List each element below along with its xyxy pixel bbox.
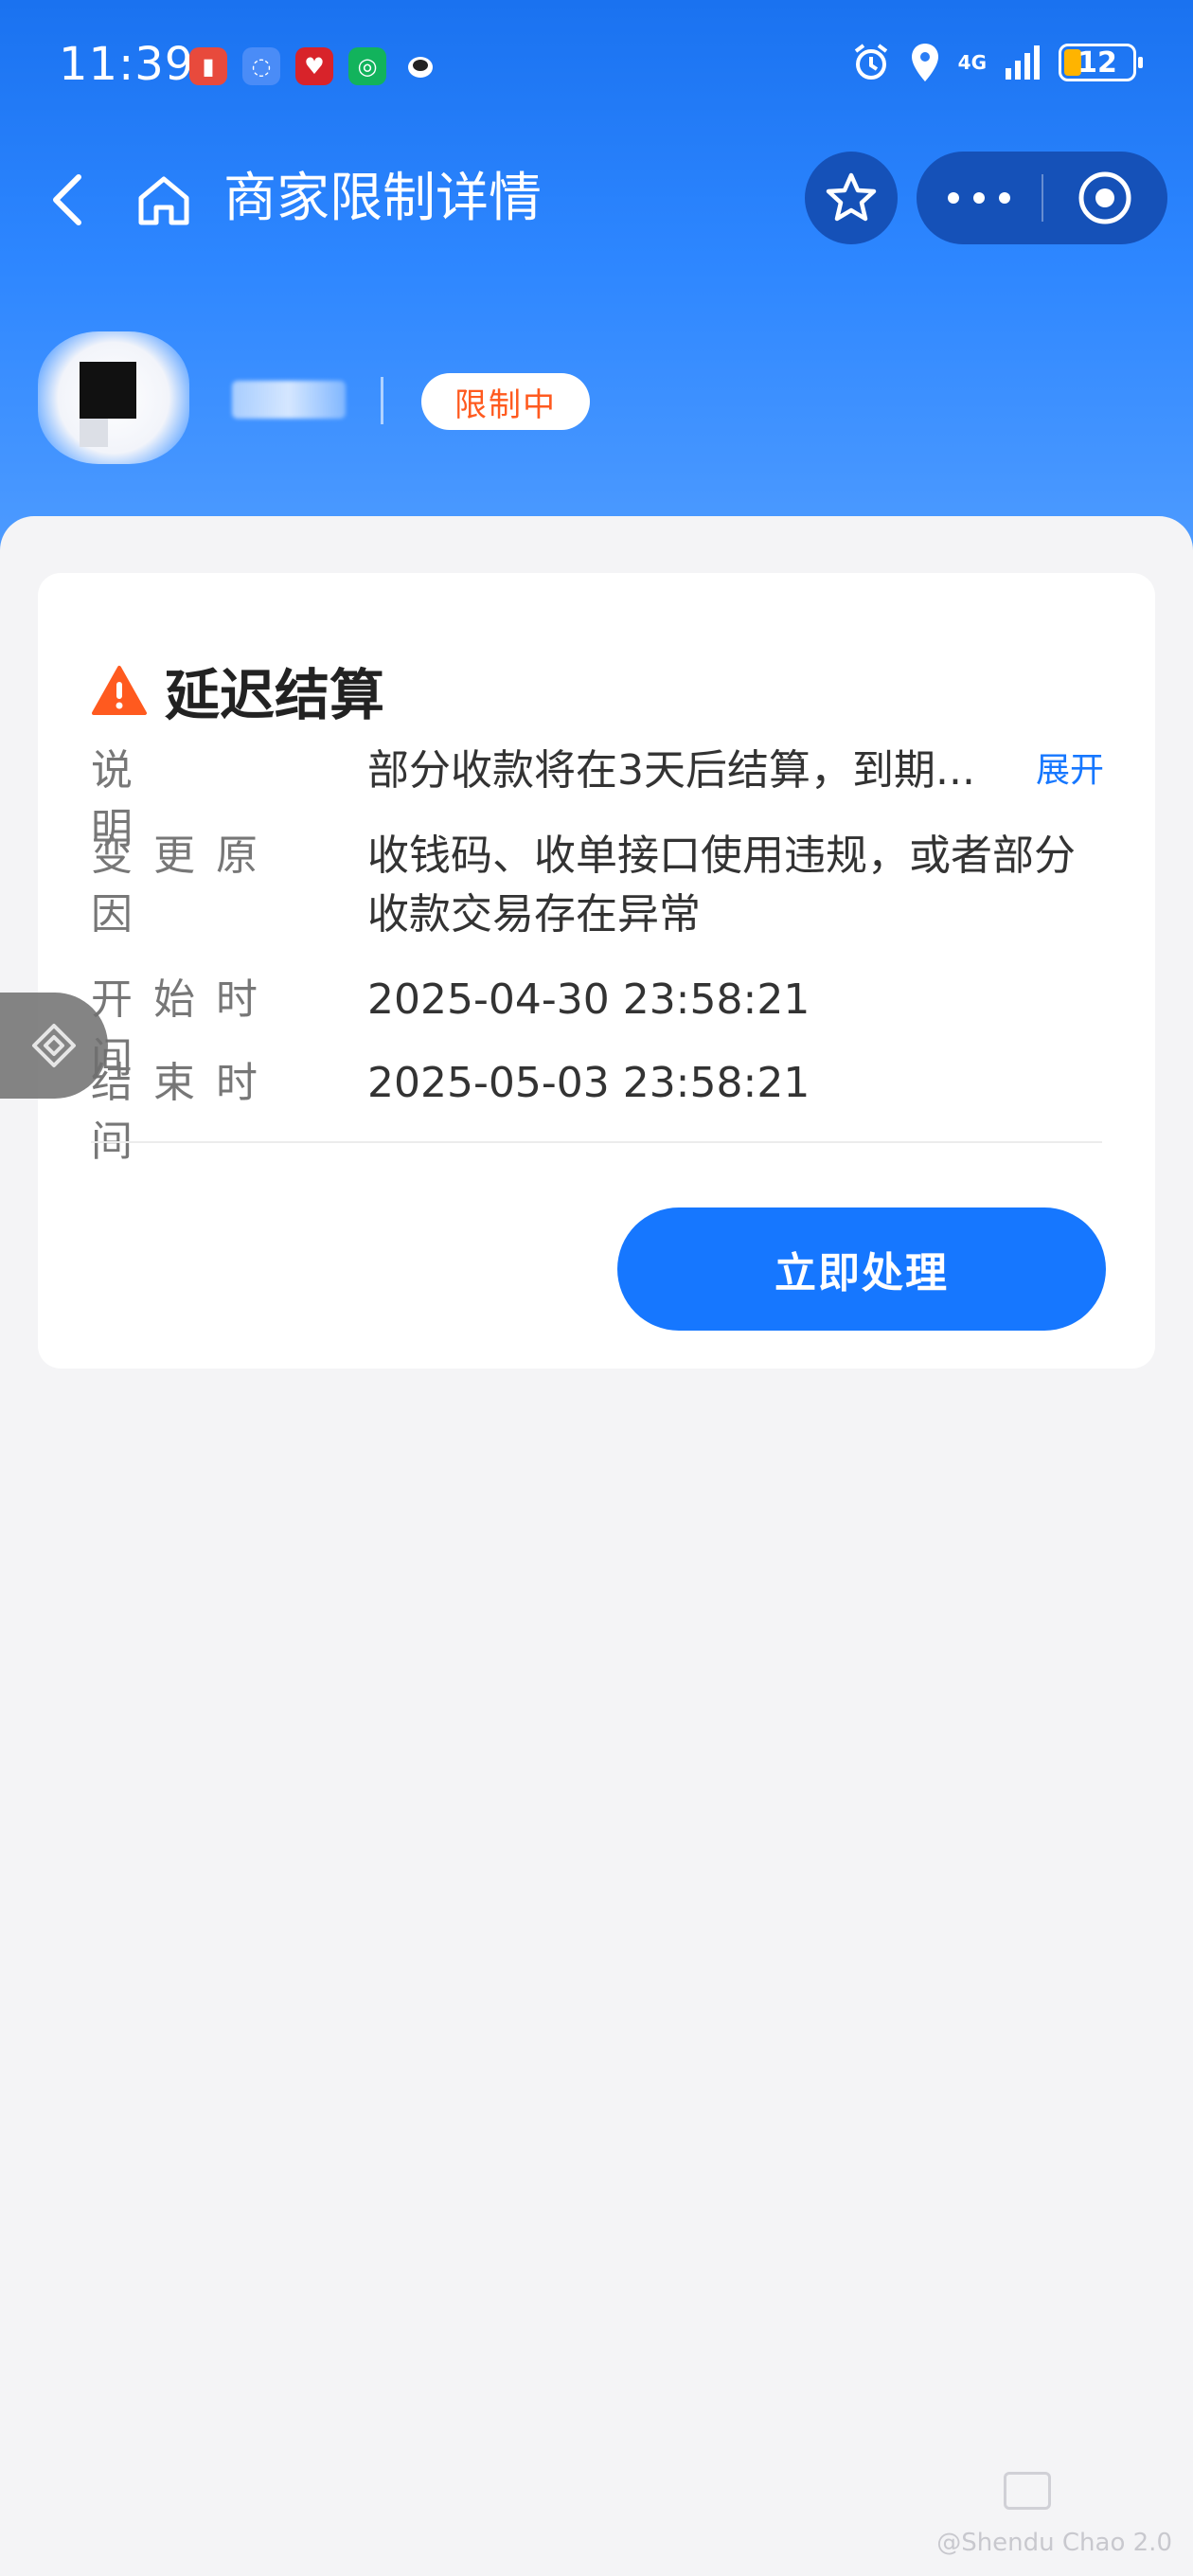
signal-icon [1004, 44, 1042, 81]
card-title-text: 延迟结算 [165, 663, 385, 727]
chat-bubble-app-icon: ◌ [242, 47, 280, 85]
row-label-text: 结束时间 [91, 1059, 278, 1166]
robot-app-icon [401, 47, 439, 85]
watermark-logo [1004, 2472, 1051, 2510]
page-title: 商家限制详情 [223, 168, 542, 229]
home-icon [138, 176, 189, 225]
row-label: 变更原因 [91, 827, 367, 944]
handle-now-button[interactable]: 立即处理 [617, 1208, 1106, 1331]
heart-app-icon: ♥ [295, 47, 333, 85]
nav-bar: 商家限制详情 [0, 142, 1193, 256]
row-label: 结束时间 [91, 1054, 367, 1172]
alarm-icon [850, 42, 892, 83]
avatar [38, 331, 189, 464]
battery-icon: 12 [1059, 44, 1143, 81]
status-right-group: 4G 12 [850, 42, 1143, 83]
favorite-button[interactable] [805, 152, 898, 244]
menu-capsule [917, 152, 1167, 244]
row-end-time: 结束时间 2025-05-03 23:58:21 [91, 1054, 1104, 1172]
diamond-icon [32, 1024, 76, 1067]
chevron-left-icon [53, 174, 81, 225]
target-circle-icon [1078, 171, 1131, 224]
network-type: 4G [957, 51, 987, 74]
card-divider [91, 1141, 1102, 1143]
merchant-info: 限制中 [38, 331, 1155, 464]
close-miniapp-button[interactable] [1043, 152, 1166, 244]
status-time: 11:39 [59, 38, 195, 91]
warning-icon [92, 666, 147, 715]
green-app-icon: ◎ [348, 47, 386, 85]
status-badge: 限制中 [421, 373, 590, 430]
location-icon [909, 42, 941, 83]
status-bar: 11:39 ▮ ◌ ♥ ◎ 4G 12 [0, 0, 1193, 133]
floating-assistant-button[interactable] [0, 993, 108, 1099]
back-button[interactable] [34, 167, 100, 233]
row-value: 2025-05-03 23:58:21 [367, 1059, 810, 1107]
restriction-card: 延迟结算 说明 部分收款将在3天后结算，到期... 展开 变更原因 收钱码、收单… [38, 573, 1155, 1368]
battery-level: 12 [1077, 45, 1117, 80]
card-title: 延迟结算 [91, 651, 384, 730]
star-icon [826, 172, 877, 222]
battery-alert-app-icon: ▮ [189, 47, 227, 85]
more-button[interactable] [917, 152, 1042, 244]
row-label-text: 变更原因 [91, 832, 278, 939]
home-button[interactable] [131, 167, 197, 233]
merchant-separator [381, 377, 383, 424]
row-reason: 变更原因 收钱码、收单接口使用违规，或者部分收款交易存在异常 [91, 827, 1104, 944]
watermark: @Shendu Chao 2.0 [936, 2529, 1172, 2557]
row-value: 收钱码、收单接口使用违规，或者部分收款交易存在异常 [367, 832, 1076, 939]
merchant-name-blurred [232, 381, 346, 419]
more-dots-icon [948, 192, 1010, 204]
notification-icons: ▮ ◌ ♥ ◎ [189, 47, 439, 85]
